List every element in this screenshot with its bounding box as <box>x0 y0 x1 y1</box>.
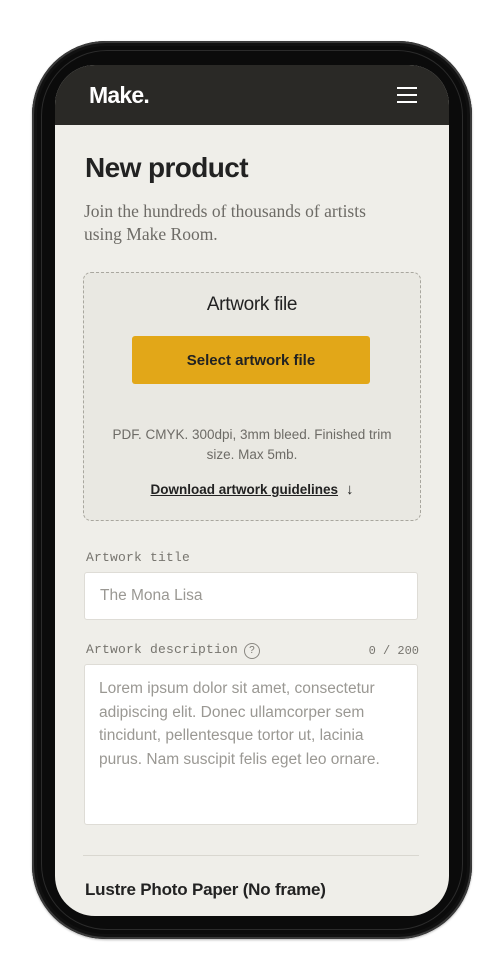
page-subtitle: Join the hundreds of thousands of artist… <box>84 201 366 244</box>
download-guidelines-link[interactable]: Download artwork guidelines <box>150 482 338 497</box>
select-artwork-file-button[interactable]: Select artwork file <box>132 336 370 384</box>
make-logo[interactable]: Make. <box>89 82 150 109</box>
artwork-dropzone[interactable]: Artwork file Select artwork file PDF. CM… <box>83 272 421 521</box>
artwork-description-label-row: Artwork description? <box>86 642 261 659</box>
artwork-requirements-hint: PDF. CMYK. 300dpi, 3mm bleed. Finished t… <box>112 427 392 462</box>
artwork-description-label: Artwork description <box>86 642 239 657</box>
section-divider <box>83 855 419 856</box>
artwork-title-label: Artwork title <box>86 550 191 565</box>
help-icon[interactable]: ? <box>244 643 261 659</box>
hamburger-menu-icon[interactable] <box>395 84 419 106</box>
top-navigation-bar: Make. <box>55 65 449 125</box>
artwork-description-textarea[interactable]: Lorem ipsum dolor sit amet, consectetur … <box>84 664 418 825</box>
phone-screen: Make. New product Join the hundreds of t… <box>55 65 449 916</box>
artwork-title-input[interactable]: The Mona Lisa <box>84 572 418 620</box>
description-character-counter: 0 / 200 <box>368 644 419 658</box>
download-guidelines-row: Download artwork guidelines ↓ <box>84 481 420 498</box>
page-title: New product <box>85 152 249 183</box>
arrow-down-icon[interactable]: ↓ <box>346 481 354 498</box>
product-section-title: Lustre Photo Paper (No frame) <box>85 880 326 899</box>
artwork-file-heading: Artwork file <box>206 294 298 315</box>
